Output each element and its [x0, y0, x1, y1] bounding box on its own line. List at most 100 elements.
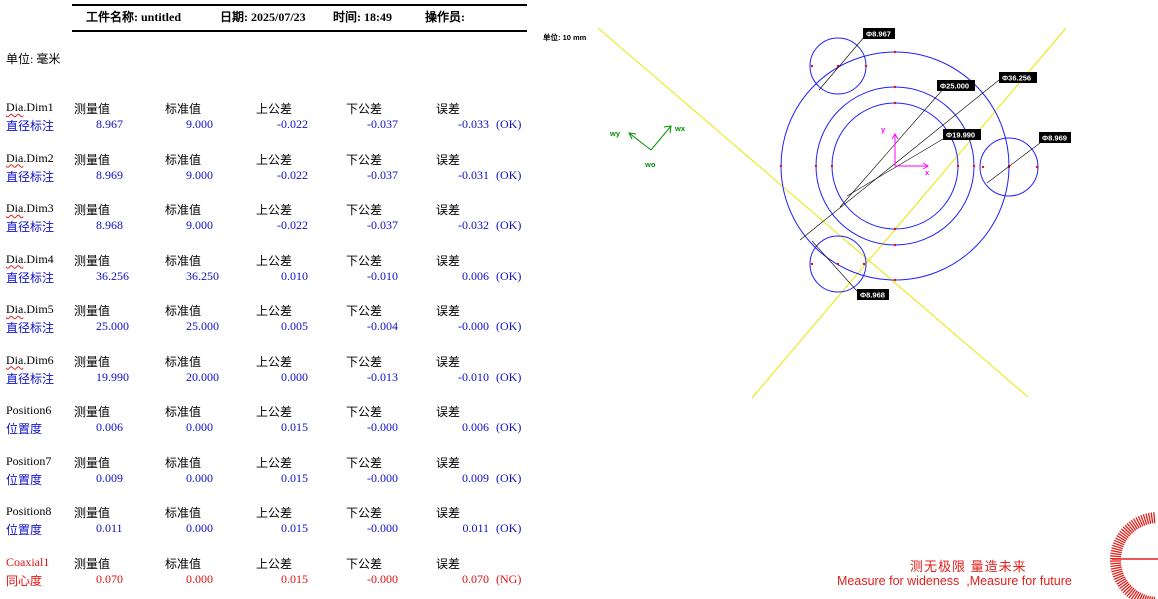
value-measured: 0.011 — [96, 521, 123, 535]
column-header-nominal: 标准值 — [165, 304, 202, 318]
svg-text:Φ19.990: Φ19.990 — [946, 131, 975, 140]
value-nominal: 20.000 — [186, 369, 219, 384]
column-header-lower: 下公差 — [346, 102, 383, 116]
dial-tick — [1110, 562, 1122, 565]
feature-type: 直径标注 — [6, 169, 55, 184]
feature-name: Dia.Dim5 — [6, 302, 54, 316]
value-upper: 0.005 — [281, 319, 308, 333]
svg-text:Φ8.969: Φ8.969 — [1042, 134, 1067, 143]
column-header-nominal: 标准值 — [165, 455, 202, 470]
feature-name: Position7 — [6, 453, 52, 468]
value-upper: 0.015 — [281, 571, 308, 586]
wo-label: wo — [644, 160, 656, 169]
column-header-upper: 上公差 — [256, 556, 293, 571]
status-ok: (OK) — [496, 470, 522, 485]
value-nominal: 0.000 — [186, 521, 213, 535]
feature-name: Coaxial1 — [6, 554, 50, 569]
svg-text:Φ8.968: Φ8.968 — [860, 291, 885, 300]
column-header-lower: 下公差 — [346, 405, 383, 419]
report-time: 时间: 18:49 — [333, 10, 392, 24]
column-header-measured: 测量值 — [74, 102, 111, 116]
unit-label: 单位: 毫米 — [6, 52, 61, 66]
value-error: -0.000 — [458, 319, 489, 333]
column-header-measured: 测量值 — [74, 203, 111, 217]
dial-tick — [1110, 549, 1122, 554]
value-upper: -0.022 — [277, 218, 308, 232]
column-header-error: 误差 — [436, 203, 461, 217]
column-header-measured: 测量值 — [74, 304, 111, 318]
value-upper: 0.015 — [281, 470, 308, 485]
value-upper: 0.015 — [281, 420, 308, 434]
value-error: 0.070 — [462, 571, 489, 586]
column-header-nominal: 标准值 — [165, 152, 202, 167]
value-lower: -0.010 — [367, 268, 398, 283]
dim-tag-dia-dim5[interactable]: Φ25.000 — [937, 80, 975, 91]
value-nominal: 0.000 — [186, 571, 213, 586]
value-nominal: 9.000 — [186, 218, 213, 232]
guide-line-b — [751, 27, 1067, 399]
wy-label: wy — [609, 129, 621, 138]
feature-name: Dia.Dim4 — [6, 251, 54, 266]
column-header-measured: 测量值 — [74, 405, 111, 419]
dial-tick — [1110, 566, 1122, 570]
column-header-error: 误差 — [436, 152, 461, 167]
column-header-error: 误差 — [436, 102, 461, 116]
feature-name: Position8 — [6, 504, 52, 518]
status-ok: (OK) — [496, 167, 522, 182]
feature-type: 位置度 — [6, 422, 43, 436]
value-lower: -0.004 — [367, 319, 398, 333]
value-error: 0.011 — [462, 521, 489, 535]
value-measured: 0.009 — [96, 470, 123, 485]
report-date: 日期: 2025/07/23 — [220, 10, 306, 24]
value-error: 0.009 — [462, 470, 489, 485]
svg-text:Φ36.256: Φ36.256 — [1002, 74, 1031, 83]
status-ok: (OK) — [496, 268, 522, 283]
value-upper: 0.000 — [281, 369, 308, 384]
feature-drawing[interactable]: 单位: 10 mm wx wy wo y x Φ8.967 Φ36.256 Φ2… — [530, 0, 1158, 599]
column-header-nominal: 标准值 — [165, 405, 202, 419]
value-nominal: 25.000 — [186, 319, 219, 333]
dim-tag-dia-dim3[interactable]: Φ8.968 — [857, 289, 889, 300]
column-header-nominal: 标准值 — [165, 203, 202, 217]
part-name: 工件名称: untitled — [86, 10, 182, 24]
value-measured: 19.990 — [96, 369, 129, 384]
dial-tick — [1153, 512, 1156, 524]
column-header-nominal: 标准值 — [165, 102, 202, 116]
column-header-lower: 下公差 — [346, 354, 383, 369]
column-header-upper: 上公差 — [256, 455, 293, 470]
value-error: 0.006 — [462, 420, 489, 434]
dial-tick — [1150, 512, 1154, 524]
feature-type: 位置度 — [6, 472, 43, 487]
dial-tick — [1147, 512, 1152, 524]
feature-name: Dia.Dim3 — [6, 201, 54, 215]
scale-label: 单位: 10 mm — [543, 32, 587, 42]
value-nominal: 9.000 — [186, 117, 213, 131]
value-lower: -0.000 — [367, 521, 398, 535]
value-error: -0.010 — [458, 369, 489, 384]
value-error: -0.031 — [458, 167, 489, 182]
column-header-upper: 上公差 — [256, 304, 293, 318]
value-lower: -0.037 — [367, 167, 398, 182]
value-upper: -0.022 — [277, 167, 308, 182]
dim-tag-dia-dim6[interactable]: Φ19.990 — [943, 129, 981, 140]
dim-tag-dia-dim1[interactable]: Φ8.967 — [863, 28, 895, 39]
column-header-upper: 上公差 — [256, 152, 293, 167]
column-header-nominal: 标准值 — [165, 354, 202, 369]
dim-tag-dia-dim2[interactable]: Φ8.969 — [1039, 132, 1071, 143]
feature-type: 直径标注 — [6, 371, 55, 386]
dim-tag-dia-dim4[interactable]: Φ36.256 — [999, 72, 1037, 83]
column-header-lower: 下公差 — [346, 455, 383, 470]
column-header-lower: 下公差 — [346, 253, 383, 268]
svg-text:Φ25.000: Φ25.000 — [940, 82, 969, 91]
value-measured: 25.000 — [96, 319, 129, 333]
value-measured: 0.006 — [96, 420, 123, 434]
value-upper: 0.015 — [281, 521, 308, 535]
value-error: -0.033 — [458, 117, 489, 131]
column-header-upper: 上公差 — [256, 506, 293, 520]
value-error: 0.006 — [462, 268, 489, 283]
dial-tick — [1110, 555, 1122, 558]
column-header-nominal: 标准值 — [165, 506, 202, 520]
header-rule-bottom — [72, 30, 527, 32]
value-measured: 8.969 — [96, 167, 123, 182]
feature-name: Dia.Dim6 — [6, 352, 54, 367]
